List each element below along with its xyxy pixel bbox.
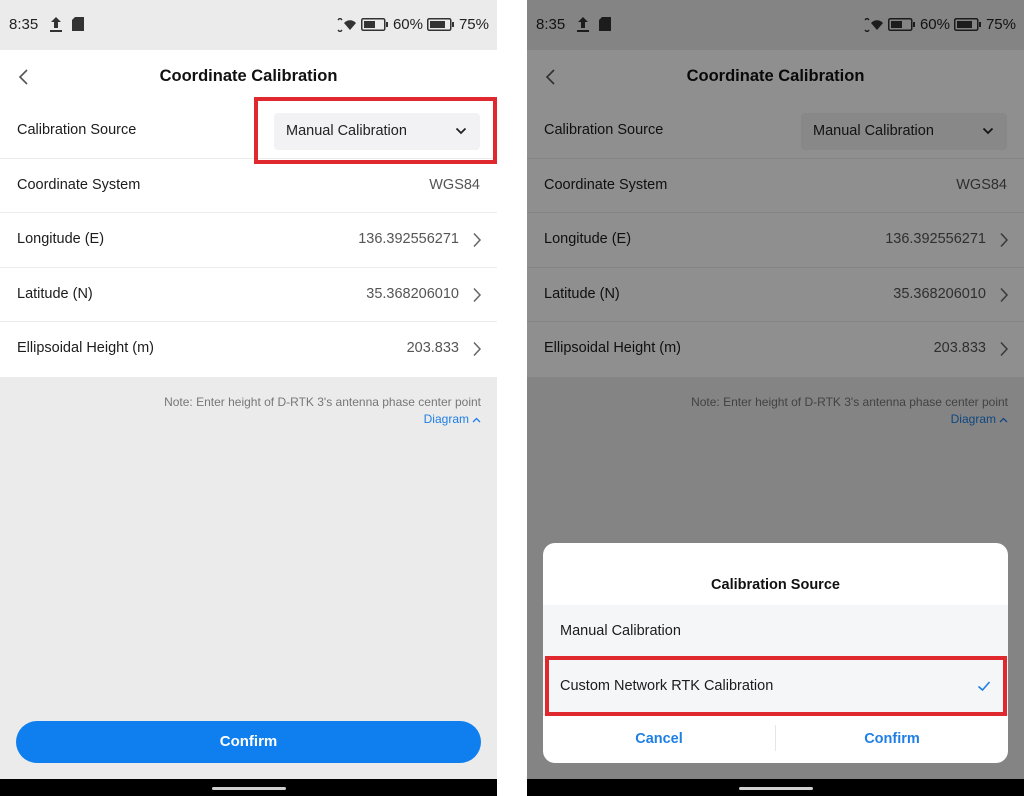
coordinate-system-value: WGS84	[429, 176, 480, 193]
chevron-up-icon	[472, 417, 481, 422]
ellipsoidal-height-value: 203.833	[406, 340, 459, 356]
screen-right: 8:35 60% 75% Coordinate Calibration Cali…	[527, 0, 1024, 796]
ellipsoidal-height-label: Ellipsoidal Height (m)	[17, 340, 154, 356]
header: Coordinate Calibration	[0, 50, 497, 104]
coordinate-system-label: Coordinate System	[17, 176, 141, 193]
system-nav-bar	[527, 779, 1024, 796]
chevron-right-icon	[473, 341, 482, 357]
latitude-row[interactable]: Latitude (N) 35.368206010	[0, 268, 497, 322]
sheet-title: Calibration Source	[711, 577, 840, 593]
longitude-value: 136.392556271	[358, 231, 459, 247]
calibration-source-value: Manual Calibration	[286, 123, 407, 139]
longitude-row[interactable]: Longitude (E) 136.392556271	[0, 213, 497, 268]
sd-card-icon	[72, 17, 84, 31]
status-right: 60% 75%	[335, 16, 489, 33]
cancel-button[interactable]: Cancel	[543, 719, 775, 759]
calibration-source-row: Calibration Source Manual Calibration	[0, 104, 497, 159]
option-custom-network-rtk[interactable]: Custom Network RTK Calibration	[543, 660, 1008, 714]
note: Note: Enter height of D-RTK 3's antenna …	[164, 394, 481, 428]
settings-list: Calibration Source Manual Calibration Co…	[0, 104, 497, 377]
chevron-right-icon	[473, 287, 482, 302]
upload-icon	[50, 17, 62, 32]
chevron-right-icon	[473, 232, 482, 248]
calibration-source-sheet: Calibration Source Manual Calibration Cu…	[543, 543, 1008, 763]
calibration-source-label: Calibration Source	[17, 122, 137, 138]
ellipsoidal-height-row[interactable]: Ellipsoidal Height (m) 203.833	[0, 322, 497, 377]
latitude-label: Latitude (N)	[17, 285, 93, 302]
home-indicator[interactable]	[739, 787, 813, 790]
latitude-value: 35.368206010	[366, 285, 459, 302]
screen-left: 8:35 60% 75% Coordinate Calibration Cali…	[0, 0, 497, 796]
status-time: 8:35	[9, 16, 39, 33]
battery-2-percent: 75%	[458, 16, 489, 33]
option-label: Manual Calibration	[560, 623, 681, 639]
diagram-link[interactable]: Diagram	[424, 411, 481, 428]
page-title: Coordinate Calibration	[159, 67, 338, 85]
note-text: Note: Enter height of D-RTK 3's antenna …	[164, 395, 481, 409]
status-bar: 8:35 60% 75%	[0, 0, 497, 50]
sheet-confirm-button[interactable]: Confirm	[776, 719, 1008, 759]
coordinate-system-row: Coordinate System WGS84	[0, 159, 497, 213]
battery-icon	[360, 18, 388, 31]
battery-1-percent: 60%	[392, 16, 423, 33]
chevron-down-icon	[455, 127, 467, 135]
home-indicator[interactable]	[212, 787, 286, 790]
option-manual-calibration[interactable]: Manual Calibration	[543, 605, 1008, 659]
confirm-button[interactable]: Confirm	[16, 721, 481, 763]
battery-icon	[426, 18, 454, 31]
system-nav-bar	[0, 779, 497, 796]
longitude-label: Longitude (E)	[17, 231, 105, 247]
signal-icon	[337, 17, 356, 32]
calibration-source-select[interactable]: Manual Calibration	[274, 113, 480, 150]
option-label: Custom Network RTK Calibration	[560, 678, 774, 694]
divider	[543, 714, 1008, 715]
checkmark-icon	[977, 681, 991, 692]
diagram-link-label: Diagram	[423, 412, 469, 426]
